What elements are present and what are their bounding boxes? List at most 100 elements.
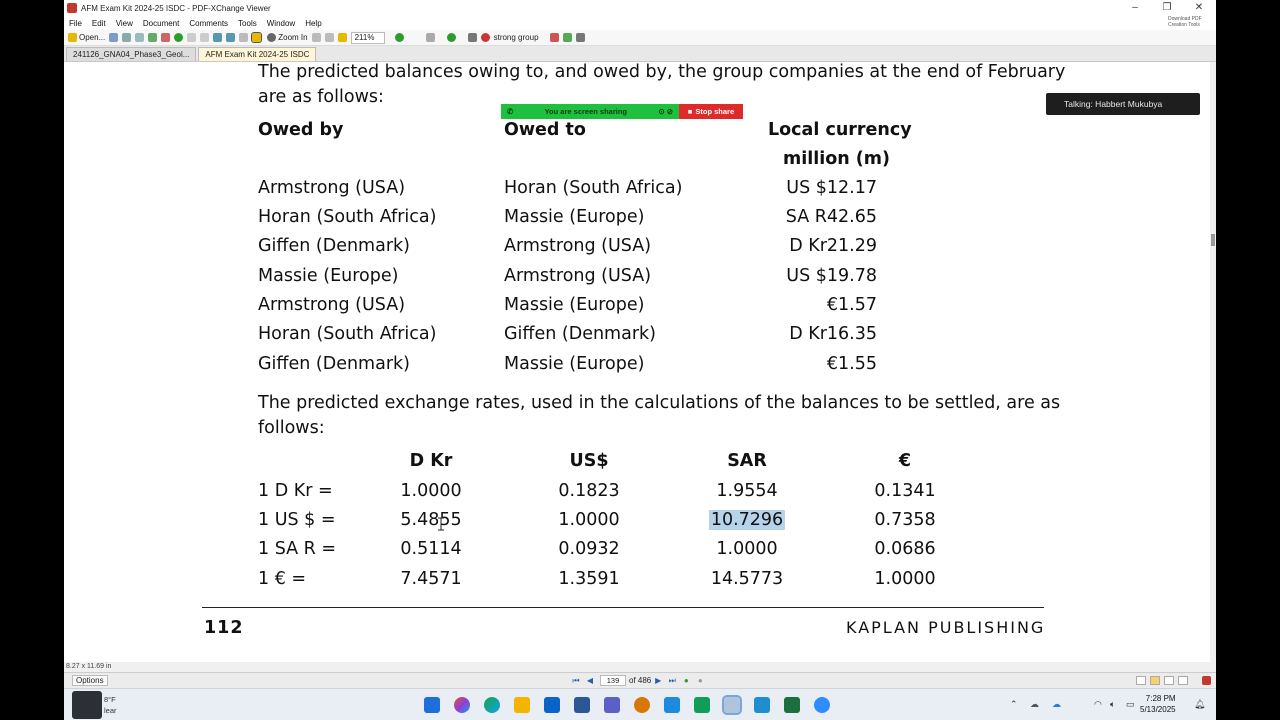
menu-edit[interactable]: Edit — [87, 19, 111, 28]
select-tool-icon[interactable] — [161, 33, 171, 42]
cloud-icon[interactable]: ☁ — [1030, 699, 1039, 710]
notification-bell-icon[interactable]: 🔔︎ — [1194, 699, 1205, 710]
zoom-level-input[interactable]: 211% — [350, 31, 385, 44]
menu-tools[interactable]: Tools — [233, 19, 262, 28]
pause-icon[interactable]: ⊙ ⊘ — [658, 107, 673, 116]
toolbar: Open... Zoom In 211% strong group — [64, 30, 1216, 46]
actual-size-icon[interactable] — [311, 33, 321, 42]
fit-width-icon[interactable] — [251, 32, 263, 43]
close-button[interactable]: ✕ — [1184, 0, 1214, 16]
menu-window[interactable]: Window — [262, 19, 300, 28]
rate-cell: 1.0000 — [558, 510, 620, 530]
screen-share-status: ✆ You are screen sharing ⊙ ⊘ — [501, 104, 679, 119]
document-page[interactable]: The predicted balances owing to, and owe… — [64, 62, 1210, 662]
forward-view-icon[interactable]: ● — [695, 676, 705, 685]
file-explorer-icon[interactable] — [514, 697, 530, 713]
pdf-icon[interactable] — [1202, 676, 1211, 685]
hand-tool-icon[interactable] — [148, 33, 158, 42]
search-options-icon[interactable] — [480, 33, 490, 42]
download-badge[interactable]: Download PDF Creation Tools — [1168, 16, 1212, 28]
vertical-scrollbar[interactable] — [1210, 62, 1216, 662]
save-icon[interactable] — [109, 33, 119, 42]
menu-file[interactable]: File — [64, 19, 87, 28]
next-view-icon[interactable] — [446, 33, 456, 42]
open-button[interactable]: Open... — [66, 32, 105, 44]
rate-cell: 0.1341 — [874, 481, 936, 501]
notepad-icon[interactable] — [754, 697, 770, 713]
last-page-icon[interactable]: ⏭ — [667, 676, 677, 686]
copilot-icon[interactable] — [454, 697, 470, 713]
text-selection[interactable]: 10.7296 — [708, 510, 786, 530]
weather-widget-icon[interactable] — [72, 691, 102, 719]
search-field[interactable]: strong group — [494, 32, 546, 44]
talking-indicator: Talking: Habbert Mukubya — [1046, 93, 1200, 115]
owed-to-cell: Armstrong (USA) — [504, 236, 652, 256]
previous-view-icon[interactable] — [394, 33, 404, 42]
tab-geology-doc[interactable]: 241126_GNA04_Phase3_Geol... — [66, 47, 197, 61]
tab-afm-exam-kit[interactable]: AFM Exam Kit 2024-25 ISDC — [198, 47, 317, 61]
screen: AFM Exam Kit 2024-25 ISDC - PDF-XChange … — [64, 0, 1216, 720]
undo-icon[interactable] — [187, 33, 197, 42]
find-previous-icon[interactable] — [549, 33, 559, 42]
edge-icon[interactable] — [484, 697, 500, 713]
volume-icon[interactable]: 🔈︎ — [1110, 699, 1115, 710]
pdf-xchange-taskbar-icon[interactable] — [722, 695, 742, 715]
chevron-up-icon[interactable]: ⌃ — [1010, 699, 1018, 710]
find-icon[interactable] — [467, 33, 477, 42]
menu-document[interactable]: Document — [138, 19, 184, 28]
continuous-page-icon[interactable] — [1150, 676, 1160, 685]
intro-line-1: The predicted balances owing to, and owe… — [258, 62, 1066, 82]
rotate-right-icon[interactable] — [226, 33, 236, 42]
rate-cell-highlighted[interactable]: 10.7296 — [697, 510, 797, 530]
excel-icon[interactable] — [784, 697, 800, 713]
onedrive-icon[interactable]: ☁ — [1052, 699, 1061, 710]
menu-help[interactable]: Help — [300, 19, 326, 28]
rotate-left-icon[interactable] — [213, 33, 223, 42]
vscode-icon[interactable] — [664, 697, 680, 713]
rate-cell: 0.7358 — [874, 510, 936, 530]
first-page-icon[interactable]: ⏮ — [571, 676, 581, 686]
stop-share-button[interactable]: ■ Stop share — [679, 104, 743, 119]
marquee-zoom-icon[interactable] — [337, 33, 347, 42]
weather-text[interactable]: 8°F lear — [104, 694, 117, 716]
start-icon[interactable] — [424, 697, 440, 713]
menu-view[interactable]: View — [111, 19, 138, 28]
fit-visible-icon[interactable] — [324, 33, 334, 42]
previous-page-icon[interactable]: ◀ — [585, 676, 595, 685]
navigation-bar: Options ⏮ ◀ 139 of 486 ▶ ⏭ ● ● — [64, 672, 1216, 688]
system-clock[interactable]: 7:28 PM 5/13/2025 — [1140, 693, 1176, 715]
highlight-all-icon[interactable] — [575, 33, 585, 42]
minimize-button[interactable]: – — [1120, 0, 1150, 16]
single-page-icon[interactable] — [1136, 676, 1146, 685]
options-button[interactable]: Options — [72, 675, 108, 686]
current-page-input[interactable]: 139 — [600, 675, 626, 686]
rate-cell: 5.4855 — [400, 510, 462, 530]
zoom-app-icon[interactable] — [814, 697, 830, 713]
teams-icon[interactable] — [604, 697, 620, 713]
play-icon[interactable] — [694, 697, 710, 713]
email-icon[interactable] — [135, 33, 145, 42]
owed-to-cell: Massie (Europe) — [504, 207, 645, 227]
slider-icon[interactable] — [425, 33, 435, 42]
print-icon[interactable] — [122, 33, 132, 42]
zoom-in-button[interactable]: Zoom In — [265, 32, 308, 44]
fit-page-icon[interactable] — [239, 33, 249, 42]
restore-button[interactable]: ❐ — [1152, 0, 1182, 16]
header-owed-by: Owed by — [258, 120, 344, 140]
facing-page-icon[interactable] — [1164, 676, 1174, 685]
search-app-icon[interactable] — [634, 697, 650, 713]
lens-icon[interactable] — [574, 697, 590, 713]
outlook-icon[interactable] — [544, 697, 560, 713]
redo-icon[interactable] — [200, 33, 210, 42]
find-next-icon[interactable] — [562, 33, 572, 42]
back-view-icon[interactable]: ● — [681, 676, 691, 685]
continuous-facing-icon[interactable] — [1178, 676, 1188, 685]
wifi-icon[interactable]: ◠ — [1094, 699, 1102, 710]
battery-icon[interactable]: ▭ — [1126, 699, 1135, 710]
rate-header-eur: € — [898, 451, 912, 471]
next-page-icon[interactable]: ▶ — [653, 676, 663, 685]
menu-comments[interactable]: Comments — [184, 19, 233, 28]
scrollbar-thumb[interactable] — [1211, 234, 1215, 246]
snapshot-icon[interactable] — [174, 33, 184, 42]
document-tabs: 241126_GNA04_Phase3_Geol... AFM Exam Kit… — [64, 46, 1216, 62]
